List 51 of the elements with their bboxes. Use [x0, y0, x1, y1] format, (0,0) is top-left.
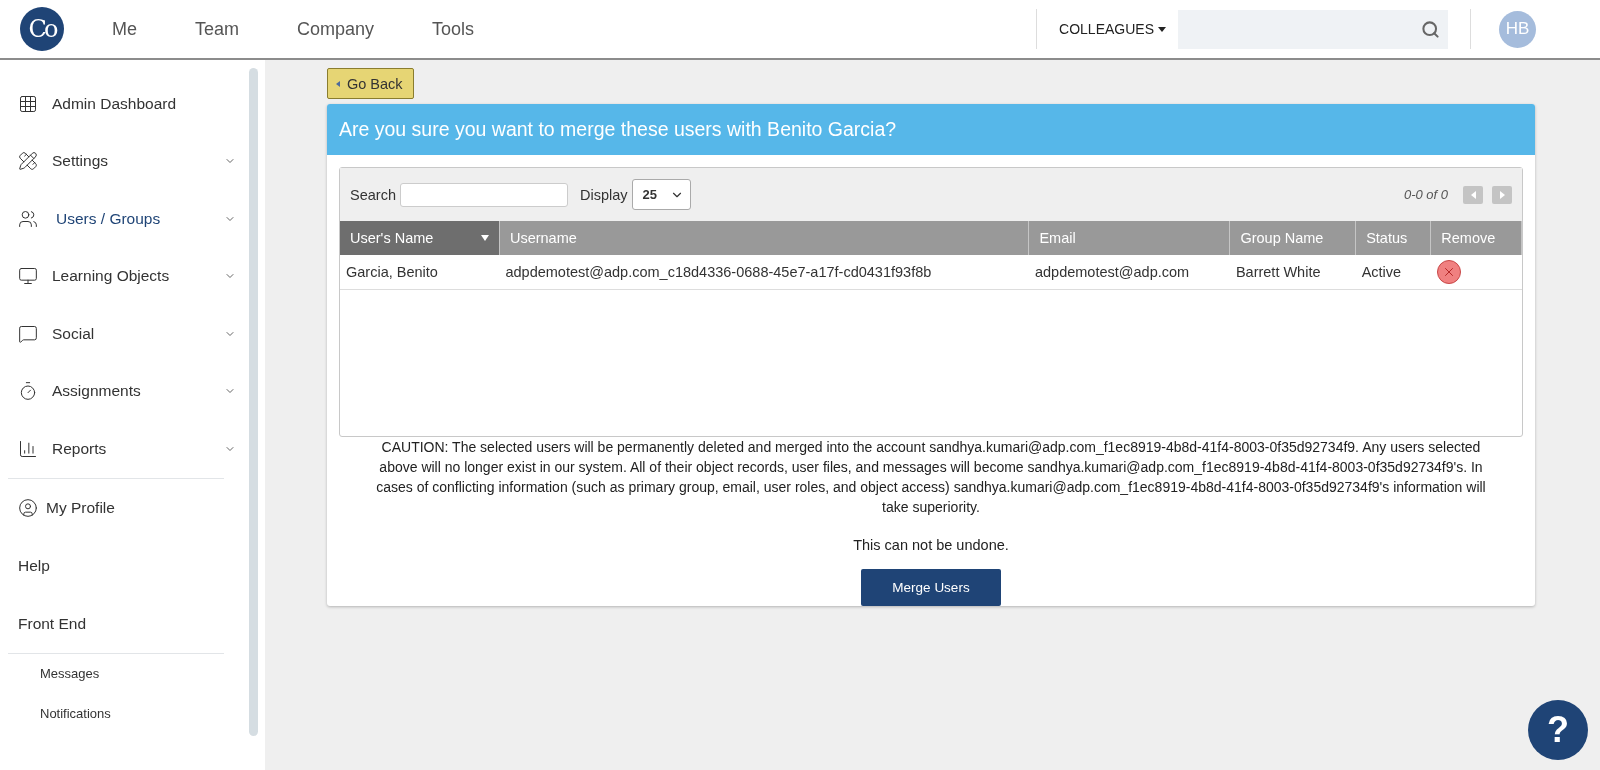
dialog-title: Are you sure you want to merge these users with Benito Garcia? [327, 104, 1535, 155]
table-cell: adpdemotest@adp.com_c18d4336-0688-45e7-a17f-cd0431f93f8b [499, 255, 1029, 289]
sidebar-item[interactable]: Learning Objects [8, 247, 248, 305]
nav-link[interactable]: Company [297, 18, 375, 40]
search-input[interactable] [399, 182, 568, 207]
table-cell: adpdemotest@adp.com [1028, 255, 1230, 289]
bar-chart-icon [18, 438, 38, 459]
nav-link[interactable]: Tools [432, 18, 475, 40]
search-icon [1421, 19, 1440, 39]
search-field[interactable] [1178, 9, 1448, 49]
nav-link[interactable]: Me [112, 18, 137, 40]
chat-bubble-icon [18, 323, 38, 344]
sidebar-item[interactable]: Reports [8, 420, 248, 478]
sidebar-item[interactable]: Admin Dashboard [8, 75, 248, 133]
display-select[interactable]: 25 [631, 179, 691, 210]
scope-dropdown[interactable]: COLLEAGUES [1059, 21, 1166, 37]
column-header[interactable]: User's Name [340, 221, 500, 255]
users-icon [18, 208, 38, 229]
merge-users-button[interactable]: Merge Users [861, 568, 1001, 606]
monitor-icon [18, 266, 38, 287]
sidebar-item[interactable]: Settings [8, 132, 248, 190]
sidebar-item[interactable]: Assignments [8, 362, 248, 420]
user-circle-icon [18, 497, 38, 518]
next-page-button[interactable] [1492, 185, 1512, 204]
stopwatch-icon [18, 381, 38, 402]
display-label: Display [579, 186, 628, 203]
sidebar-subitem[interactable]: Notifications [8, 693, 248, 734]
search-label: Search [350, 186, 396, 203]
scrollbar[interactable] [249, 68, 258, 736]
warning-text: This can not be undone. [852, 536, 1010, 553]
nav-link[interactable]: Team [195, 18, 240, 40]
sidebar-item[interactable]: My Profile [8, 478, 248, 537]
go-back-button[interactable]: Go Back [327, 68, 414, 99]
pagination-text: 0-0 of 0 [1403, 187, 1448, 202]
table-cell: Active [1355, 255, 1431, 289]
help-button[interactable]: ? [1528, 700, 1588, 760]
caution-text: CAUTION: The selected users will be permanently deleted and merged into the account sandhya.kumari@adp.com_f1ec8919-4b8d-41f4-8003-0f35d92734f9. Any users selected above will no longer exist in our system. All of their object records, user files, and messages will become sandhya.kumari@adp.com_f1ec8919-4b8d-41f4-8003-0f35d92734f9's. In cases of conflicting information (such as primary group, email, user roles, and object access) sandhya.kumari@adp.com_f1ec8919-4b8d-41f4-8003-0f35d92734f9's information will take superiority. [375, 437, 1487, 517]
sort-down-icon [480, 235, 489, 241]
sidebar-item[interactable]: Social [8, 305, 248, 363]
tools-icon [18, 151, 38, 172]
table-cell: Barrett White [1229, 255, 1356, 289]
previous-page-button[interactable] [1463, 185, 1483, 204]
triangle-icon [336, 80, 340, 87]
table-cell: Garcia, Benito [340, 255, 500, 289]
sidebar-subitem[interactable]: Messages [8, 653, 248, 694]
sidebar-item[interactable]: Users / Groups [8, 190, 248, 248]
sidebar-item[interactable]: Help [8, 536, 248, 595]
sidebar-item[interactable]: Front End [8, 594, 248, 653]
remove-button[interactable] [1436, 259, 1461, 284]
logo[interactable]: Co [20, 7, 64, 51]
grid-icon [18, 93, 38, 114]
